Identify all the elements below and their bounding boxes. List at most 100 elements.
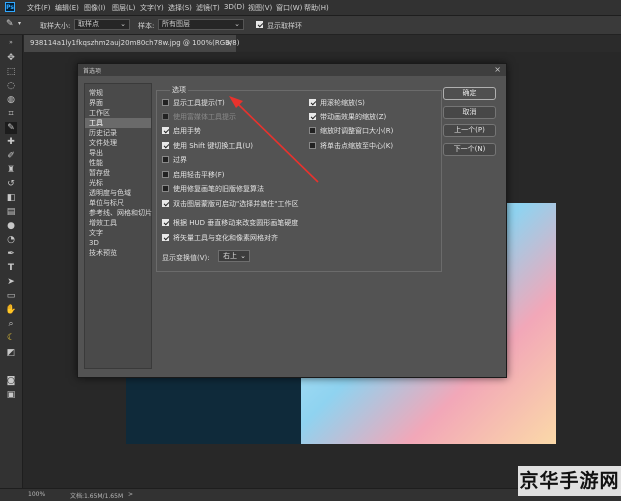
panel-collapse-icon[interactable]: » — [5, 37, 17, 49]
ok-button[interactable]: 确定 — [443, 87, 496, 100]
move-tool-icon[interactable]: ✥ — [5, 52, 17, 64]
preferences-dialog: 首选项 × 常规 界面 工作区 工具 历史记录 文件处理 导出 性能 暂存盘 光… — [77, 63, 507, 378]
menu-bar: Ps 文件(F) 编辑(E) 图像(I) 图层(L) 文字(Y) 选择(S) 滤… — [0, 0, 621, 16]
watermark: 京华手游网 — [518, 466, 621, 496]
brush-tool-icon[interactable]: ✐ — [5, 150, 17, 162]
prev-button[interactable]: 上一个(P) — [443, 124, 496, 137]
category-performance[interactable]: 性能 — [85, 158, 151, 168]
chevron-down-icon[interactable]: ▾ — [18, 20, 21, 27]
option-enable-gestures[interactable]: 启用手势 — [162, 127, 201, 136]
option-zoom-resize-window[interactable]: 缩放时调整窗口大小(R) — [309, 127, 393, 136]
option-overscroll[interactable]: 过界 — [162, 156, 187, 165]
menu-layer[interactable]: 图层(L) — [112, 3, 135, 13]
category-guides-grid[interactable]: 参考线、网格和切片 — [85, 208, 152, 218]
option-zoom-click-center[interactable]: 将单击点缩放至中心(K) — [309, 142, 393, 151]
category-export[interactable]: 导出 — [85, 148, 151, 158]
category-general[interactable]: 常规 — [85, 88, 151, 98]
healing-brush-tool-icon[interactable]: ✚ — [5, 136, 17, 148]
category-type[interactable]: 文字 — [85, 228, 151, 238]
category-workspace[interactable]: 工作区 — [85, 108, 151, 118]
eraser-tool-icon[interactable]: ◧ — [5, 192, 17, 204]
sample-size-value: 取样点 — [78, 20, 99, 28]
option-animated-zoom[interactable]: 带动画效果的缩放(Z) — [309, 113, 386, 122]
menu-image[interactable]: 图像(I) — [84, 3, 106, 13]
close-icon[interactable]: × — [494, 64, 501, 76]
hand-tool-icon[interactable]: ✋ — [5, 304, 17, 316]
category-transparency[interactable]: 透明度与色域 — [85, 188, 151, 198]
dialog-titlebar[interactable]: 首选项 × — [78, 64, 506, 76]
option-scroll-zoom[interactable]: 用滚轮缩放(S) — [309, 99, 365, 108]
category-file-handling[interactable]: 文件处理 — [85, 138, 151, 148]
rectangle-tool-icon[interactable]: ▭ — [5, 290, 17, 302]
chevron-down-icon: ⌄ — [120, 20, 126, 28]
menu-filter[interactable]: 滤镜(T) — [196, 3, 220, 13]
chevron-down-icon: ⌄ — [240, 252, 246, 260]
document-title: 938114a1ly1fkqszhm2auj20m80ch78w.jpg @ 1… — [30, 39, 240, 47]
zoom-level[interactable]: 100% — [28, 491, 45, 498]
sample-label: 样本: — [138, 22, 155, 30]
dodge-tool-icon[interactable]: ◔ — [5, 234, 17, 246]
document-tab[interactable]: 938114a1ly1fkqszhm2auj20m80ch78w.jpg @ 1… — [24, 35, 240, 52]
menu-file[interactable]: 文件(F) — [27, 3, 51, 13]
quick-select-tool-icon[interactable]: ◍ — [5, 94, 17, 106]
option-snap-vector[interactable]: 将矢量工具与变化和像素网格对齐 — [162, 234, 278, 243]
category-tools[interactable]: 工具 — [85, 118, 151, 128]
category-units-rulers[interactable]: 单位与标尺 — [85, 198, 151, 208]
document-info: 文档:1.65M/1.65M — [70, 493, 124, 500]
menu-window[interactable]: 窗口(W) — [276, 3, 302, 13]
category-interface[interactable]: 界面 — [85, 98, 151, 108]
category-list: 常规 界面 工作区 工具 历史记录 文件处理 导出 性能 暂存盘 光标 透明度与… — [84, 83, 152, 369]
category-3d[interactable]: 3D — [85, 238, 151, 248]
path-select-tool-icon[interactable]: ➤ — [5, 276, 17, 288]
menu-view[interactable]: 视图(V) — [248, 3, 272, 13]
eyedropper-icon[interactable]: ✎ — [6, 19, 14, 29]
category-history[interactable]: 历史记录 — [85, 128, 151, 138]
zoom-tool-icon[interactable]: ⌕ — [5, 318, 17, 330]
edit-toolbar-icon[interactable]: ☾ — [5, 332, 17, 344]
crop-tool-icon[interactable]: ⌗ — [5, 108, 17, 120]
option-double-click-mask[interactable]: 双击图层蒙版可启动"选择并遮住"工作区 — [162, 200, 298, 209]
marquee-tool-icon[interactable]: ⬚ — [5, 66, 17, 78]
category-scratch-disks[interactable]: 暂存盘 — [85, 168, 151, 178]
history-brush-tool-icon[interactable]: ↺ — [5, 178, 17, 190]
menu-3d[interactable]: 3D(D) — [224, 3, 245, 11]
category-plugins[interactable]: 增效工具 — [85, 218, 151, 228]
status-menu-arrow[interactable]: > — [128, 491, 133, 498]
eyedropper-tool-icon[interactable]: ✎ — [5, 122, 17, 134]
show-ring-label: 显示取样环 — [267, 22, 302, 30]
option-rich-tooltips: 使用富媒体工具提示 — [162, 113, 236, 122]
lasso-tool-icon[interactable]: ◌ — [5, 80, 17, 92]
dialog-title: 首选项 — [83, 68, 102, 75]
pen-tool-icon[interactable]: ✒ — [5, 248, 17, 260]
tools-panel: » ✥ ⬚ ◌ ◍ ⌗ ✎ ✚ ✐ ♜ ↺ ◧ ▤ ● ◔ ✒ T ➤ ▭ ✋ … — [0, 35, 23, 488]
sample-select[interactable]: 所有图层 ⌄ — [158, 19, 244, 30]
color-swatches-icon[interactable]: ◩ — [5, 347, 17, 359]
close-icon[interactable]: × — [226, 35, 232, 52]
option-hud-hardness[interactable]: 根据 HUD 垂直移动来改变圆形画笔硬度 — [162, 219, 298, 228]
category-tech-preview[interactable]: 技术预览 — [85, 248, 151, 258]
quick-mask-icon[interactable]: ◙ — [5, 375, 17, 387]
clone-stamp-tool-icon[interactable]: ♜ — [5, 164, 17, 176]
cancel-button[interactable]: 取消 — [443, 106, 496, 119]
option-show-tooltips[interactable]: 显示工具提示(T) — [162, 99, 225, 108]
blur-tool-icon[interactable]: ● — [5, 220, 17, 232]
option-shift-switch-tool[interactable]: 使用 Shift 键切换工具(U) — [162, 142, 253, 151]
chevron-down-icon: ⌄ — [234, 20, 240, 28]
category-cursors[interactable]: 光标 — [85, 178, 151, 188]
menu-help[interactable]: 帮助(H) — [304, 3, 329, 13]
photoshop-logo-icon: Ps — [5, 2, 15, 12]
sample-value: 所有图层 — [162, 20, 190, 28]
menu-edit[interactable]: 编辑(E) — [55, 3, 79, 13]
gradient-tool-icon[interactable]: ▤ — [5, 206, 17, 218]
option-flick-panning[interactable]: 启用轻击平移(F) — [162, 171, 225, 180]
show-ring-checkbox[interactable] — [256, 20, 263, 28]
option-legacy-healing[interactable]: 使用修复画笔的旧版修复算法 — [162, 185, 264, 194]
next-button[interactable]: 下一个(N) — [443, 143, 496, 156]
document-tab-bar: 938114a1ly1fkqszhm2auj20m80ch78w.jpg @ 1… — [24, 35, 621, 52]
screen-mode-icon[interactable]: ▣ — [5, 389, 17, 401]
menu-select[interactable]: 选择(S) — [168, 3, 192, 13]
menu-type[interactable]: 文字(Y) — [140, 3, 164, 13]
sample-size-select[interactable]: 取样点 ⌄ — [74, 19, 130, 30]
transform-values-select[interactable]: 右上 ⌄ — [218, 250, 250, 262]
type-tool-icon[interactable]: T — [5, 262, 17, 274]
